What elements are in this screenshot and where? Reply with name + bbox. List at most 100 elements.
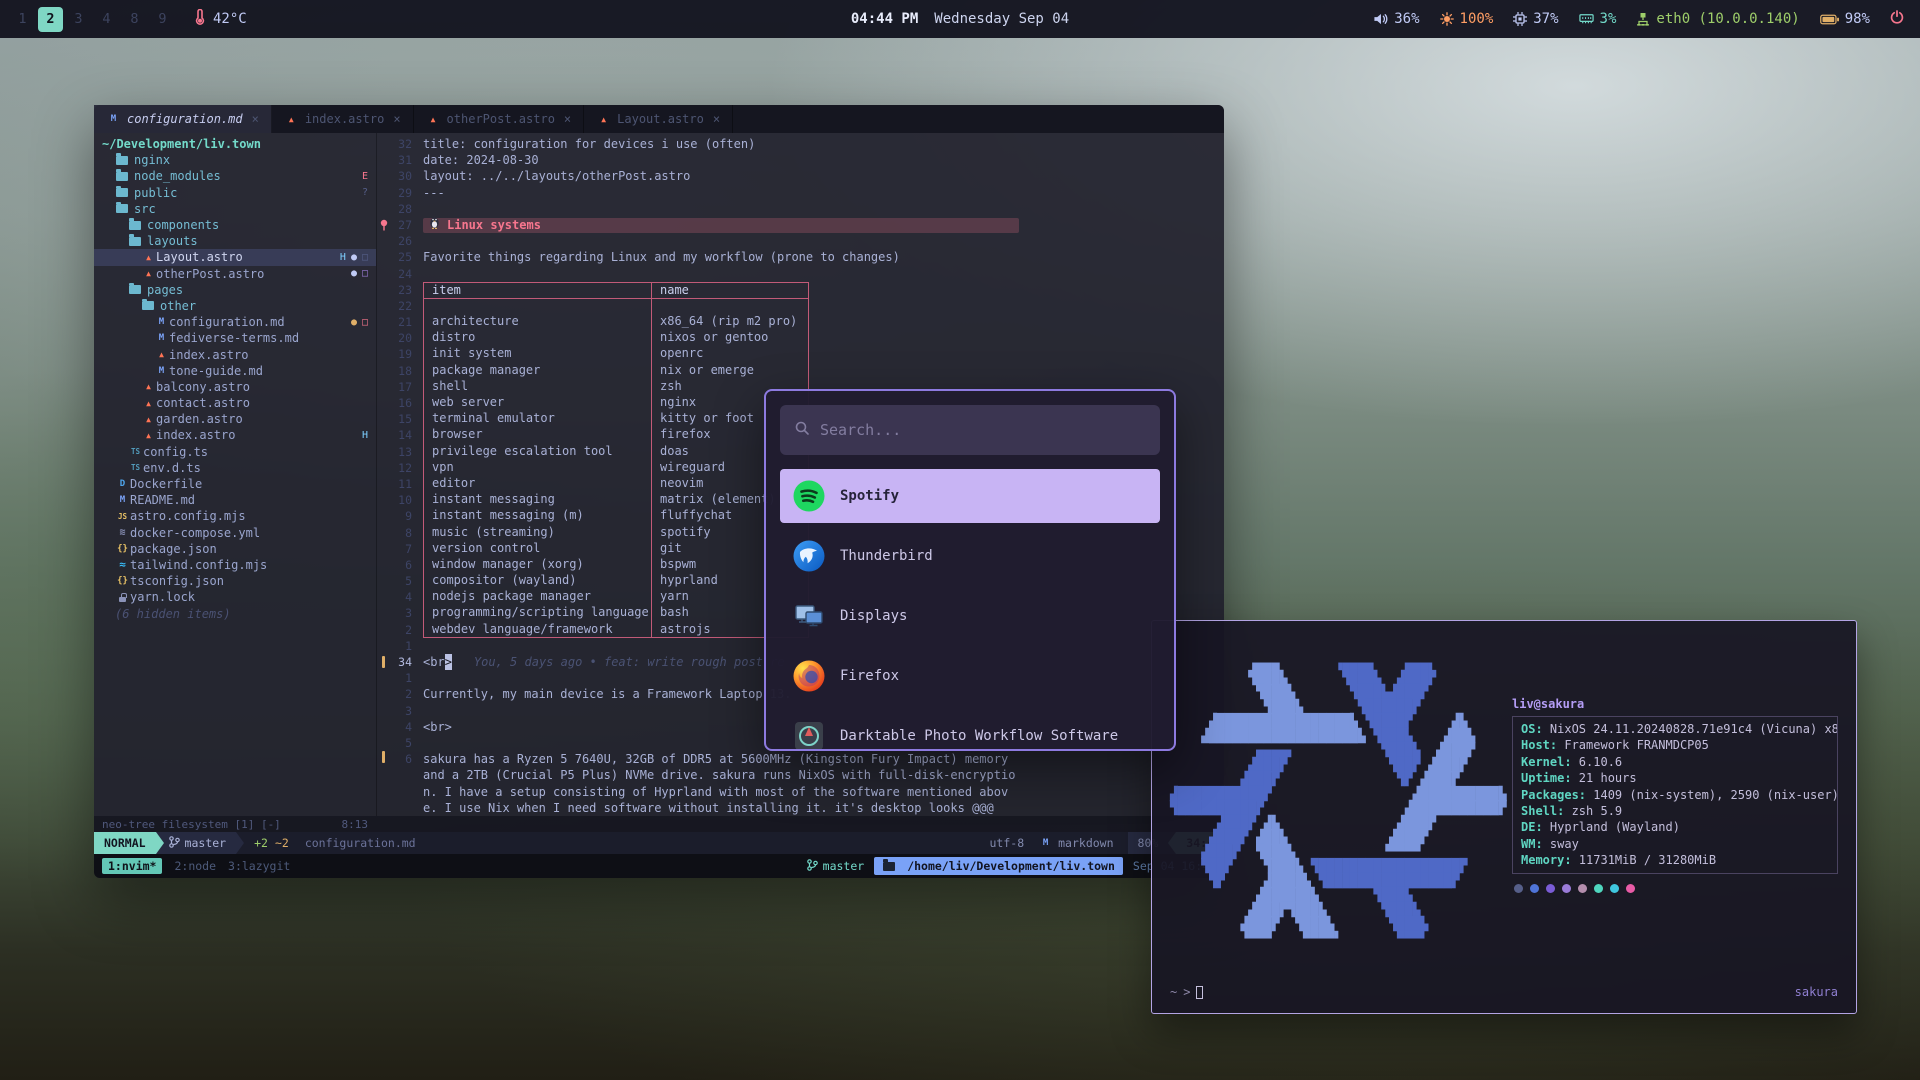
clock-time: 04:44 PM <box>851 11 918 27</box>
tree-item[interactable]: astro.config.mjs <box>94 508 376 524</box>
diff-changed: ~2 <box>275 836 289 850</box>
launcher-item-thunderbird[interactable]: Thunderbird <box>780 529 1160 583</box>
tree-item[interactable]: (6 hidden items) <box>94 605 376 621</box>
tree-item[interactable]: other <box>94 298 376 314</box>
tree-item-label: components <box>147 218 219 232</box>
table-cell-item <box>423 298 651 314</box>
tree-item[interactable]: layouts <box>94 233 376 249</box>
tab-close-icon[interactable]: × <box>393 112 400 126</box>
tree-item[interactable]: env.d.ts <box>94 460 376 476</box>
launcher-item-spotify[interactable]: Spotify <box>780 469 1160 523</box>
tree-item[interactable]: garden.astro <box>94 411 376 427</box>
tree-item[interactable]: package.json <box>94 541 376 557</box>
tree-item[interactable]: configuration.md●□ <box>94 314 376 330</box>
launcher-item-firefox[interactable]: Firefox <box>780 649 1160 703</box>
tree-item[interactable]: nginx <box>94 152 376 168</box>
tmux-windows: 1:nvim* 2:node 3:lazygit <box>102 859 302 873</box>
tree-item[interactable]: otherPost.astro●□ <box>94 266 376 282</box>
tree-item[interactable]: pages <box>94 282 376 298</box>
diff-added: +2 <box>254 836 268 850</box>
sign-column <box>377 219 390 232</box>
cpu-module: 37% <box>1513 11 1558 27</box>
tree-item[interactable]: src <box>94 201 376 217</box>
tree-item[interactable]: docker-compose.yml <box>94 525 376 541</box>
line-number: 23 <box>390 282 423 298</box>
shell-prompt[interactable]: ~ > <box>1170 985 1203 999</box>
tab-close-icon[interactable]: × <box>252 112 259 126</box>
astro-icon <box>154 350 169 359</box>
tree-item-badges: ●□ <box>351 268 368 279</box>
search-input[interactable] <box>820 421 1146 439</box>
table-cell-item: shell <box>423 379 651 395</box>
workspace-button-8[interactable]: 8 <box>122 7 147 32</box>
tab-close-icon[interactable]: × <box>564 112 571 126</box>
tree-item[interactable]: tsconfig.json <box>94 573 376 589</box>
palette-dot <box>1610 884 1619 893</box>
line-content: nodejs package manageryarn <box>423 589 809 605</box>
markdown-icon <box>154 317 169 327</box>
line-number: 5 <box>390 735 423 751</box>
tree-badge: ● <box>351 268 357 279</box>
tree-item[interactable]: components <box>94 217 376 233</box>
workspace-button-4[interactable]: 4 <box>94 7 119 32</box>
tmux-window[interactable]: 1:nvim* <box>102 858 162 874</box>
tmux-window[interactable]: 3:lazygit <box>228 859 290 873</box>
tree-item[interactable]: tailwind.config.mjs <box>94 557 376 573</box>
launcher-item-displays[interactable]: Displays <box>780 589 1160 643</box>
astro-icon <box>284 115 299 124</box>
line-number: 31 <box>390 152 423 168</box>
editor-tab[interactable]: otherPost.astro× <box>414 105 585 133</box>
tree-item[interactable]: yarn.lock <box>94 589 376 605</box>
line-number: 18 <box>390 363 423 379</box>
tree-item[interactable]: Dockerfile <box>94 476 376 492</box>
tree-item-label: package.json <box>130 542 217 556</box>
tree-item[interactable]: config.ts <box>94 444 376 460</box>
tree-item[interactable]: README.md <box>94 492 376 508</box>
workspace-button-2[interactable]: 2 <box>38 7 63 32</box>
launcher-results: Spotify Thunderbird Displays Firefox Darktab… <box>780 469 1160 751</box>
tree-item[interactable]: index.astro <box>94 346 376 362</box>
tree-badge: □ <box>362 317 368 328</box>
power-button[interactable] <box>1890 10 1904 28</box>
tree-item[interactable]: Layout.astroH●□ <box>94 249 376 265</box>
filetype-name: markdown <box>1058 836 1113 850</box>
line-number: 26 <box>390 233 423 249</box>
tree-root[interactable]: ~/Development/liv.town <box>94 136 376 152</box>
tree-item-label: index.astro <box>156 428 235 442</box>
editor-line: 32title: configuration for devices i use… <box>377 136 1224 152</box>
ts-icon <box>128 463 143 472</box>
yaml-icon <box>115 527 130 538</box>
tree-item-label: tailwind.config.mjs <box>130 558 267 572</box>
tree-item[interactable]: balcony.astro <box>94 379 376 395</box>
workspace-button-3[interactable]: 3 <box>66 7 91 32</box>
tree-item-label: index.astro <box>169 348 248 362</box>
tmux-window[interactable]: 2:node <box>174 859 216 873</box>
tree-item[interactable]: node_modulesE <box>94 168 376 184</box>
prompt-symbol: > <box>1183 985 1190 999</box>
line-content: privilege escalation tooldoas <box>423 444 809 460</box>
editor-tab[interactable]: index.astro× <box>272 105 414 133</box>
editor-tab[interactable]: configuration.md× <box>94 105 272 133</box>
json-icon <box>115 576 130 586</box>
tree-item[interactable]: index.astroH <box>94 427 376 443</box>
workspace-button-1[interactable]: 1 <box>10 7 35 32</box>
launcher-item-darktable[interactable]: Darktable Photo Workflow Software <box>780 709 1160 751</box>
editor-tab[interactable]: Layout.astro× <box>584 105 733 133</box>
workspace-button-9[interactable]: 9 <box>150 7 175 32</box>
tree-item[interactable]: fediverse-terms.md <box>94 330 376 346</box>
tree-item[interactable]: public? <box>94 185 376 201</box>
tree-item[interactable]: tone-guide.md <box>94 363 376 379</box>
folder-icon <box>129 221 141 230</box>
memory-icon <box>1579 13 1594 25</box>
terminal-title: sakura <box>1795 985 1838 999</box>
tree-badge: ● <box>351 252 357 263</box>
table-cell-name: nix or emerge <box>651 363 809 379</box>
fetch-value: NixOS 24.11.20240828.71e91c4 (Vicuna) x8… <box>1550 722 1838 736</box>
tree-item-label: Dockerfile <box>130 477 202 491</box>
workspace-switcher[interactable]: 123489 <box>10 7 178 32</box>
line-number: 34 <box>390 654 423 670</box>
network-value: eth0 (10.0.0.140) <box>1656 11 1799 27</box>
fetch-key: WM: <box>1521 837 1550 851</box>
tab-close-icon[interactable]: × <box>713 112 720 126</box>
tree-item[interactable]: contact.astro <box>94 395 376 411</box>
